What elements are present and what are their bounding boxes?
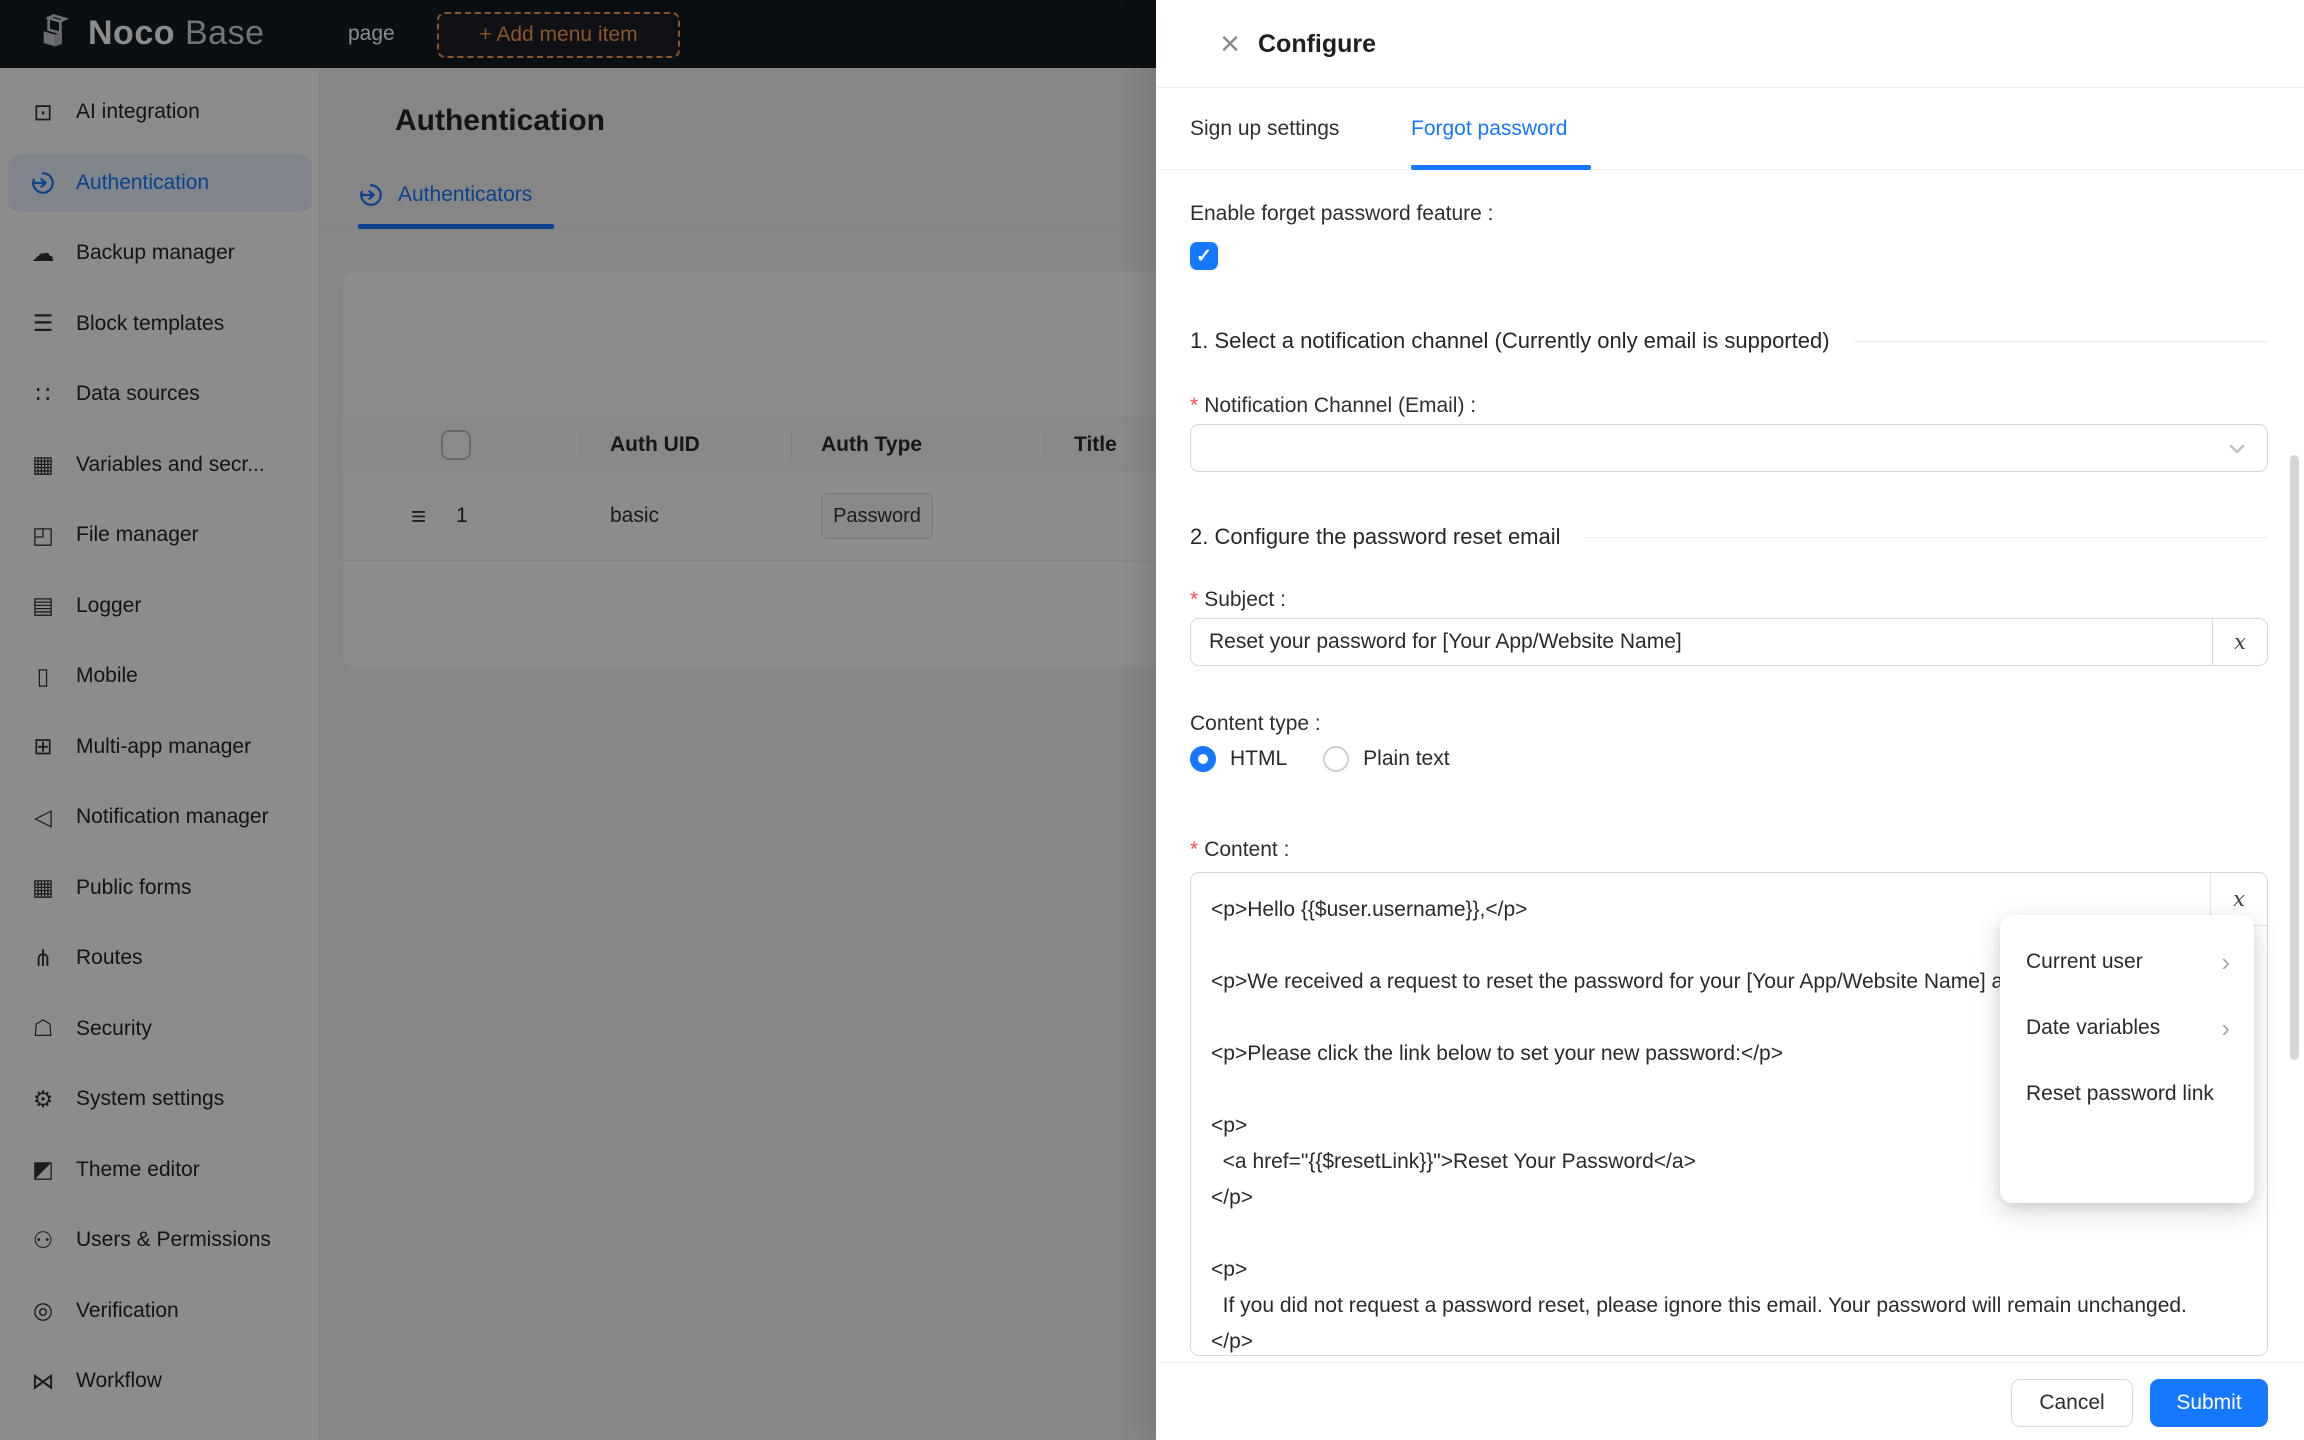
notification-channel-label: * Notification Channel (Email) : bbox=[1190, 394, 1477, 417]
variable-menu-item-label: Reset password link bbox=[2026, 1082, 2214, 1105]
content-label: * Content : bbox=[1190, 838, 1290, 861]
enable-feature-label: Enable forget password feature : bbox=[1190, 202, 1494, 225]
drawer-footer: Cancel Submit bbox=[1156, 1362, 2304, 1440]
radio-selected-icon bbox=[1190, 746, 1216, 772]
drawer-tab-bar: Sign up settings Forgot password bbox=[1156, 88, 2304, 170]
drawer-title: Configure bbox=[1258, 29, 1377, 58]
subject-input-group: Reset your password for [Your App/Websit… bbox=[1190, 618, 2268, 666]
radio-plain-text[interactable]: Plain text bbox=[1323, 746, 1450, 772]
required-mark: * bbox=[1190, 838, 1199, 861]
variable-menu-item-label: Current user bbox=[2026, 950, 2143, 973]
required-mark: * bbox=[1190, 588, 1199, 611]
variable-menu-item[interactable]: Date variables › bbox=[2000, 995, 2254, 1061]
cancel-button[interactable]: Cancel bbox=[2011, 1379, 2133, 1427]
chevron-right-icon: › bbox=[2221, 947, 2230, 977]
notification-channel-select[interactable] bbox=[1190, 424, 2268, 472]
variable-dropdown-menu: Current user › Date variables › Reset pa… bbox=[2000, 915, 2254, 1203]
section-heading-1: 1. Select a notification channel (Curren… bbox=[1190, 328, 2268, 354]
screen: Noco Base page + Add menu item ⊡ AI integ… bbox=[0, 0, 2304, 1440]
enable-feature-checkbox[interactable]: ✓ bbox=[1190, 242, 1218, 270]
tab-forgot-password[interactable]: Forgot password bbox=[1411, 88, 1567, 170]
radio-unselected-icon bbox=[1323, 746, 1350, 772]
close-icon[interactable]: × bbox=[1208, 16, 1252, 72]
radio-html[interactable]: HTML bbox=[1190, 746, 1287, 772]
submit-button[interactable]: Submit bbox=[2150, 1379, 2268, 1427]
variable-menu-item[interactable]: Current user › bbox=[2000, 929, 2254, 995]
subject-label: * Subject : bbox=[1190, 588, 1286, 611]
section-divider bbox=[1584, 536, 2268, 538]
configure-drawer: × Configure Sign up settings Forgot pass… bbox=[1156, 0, 2304, 1440]
subject-variable-button[interactable]: x bbox=[2213, 619, 2267, 665]
required-mark: * bbox=[1190, 394, 1199, 417]
subject-input[interactable]: Reset your password for [Your App/Websit… bbox=[1191, 619, 2213, 665]
chevron-down-icon bbox=[2229, 444, 2245, 454]
content-type-label: Content type : bbox=[1190, 712, 1321, 735]
variable-menu-item[interactable]: Reset password link bbox=[2000, 1061, 2254, 1127]
content-type-radio-group: HTML Plain text bbox=[1190, 746, 1450, 772]
section-divider bbox=[1853, 340, 2268, 342]
chevron-right-icon: › bbox=[2221, 1013, 2230, 1043]
variable-menu-item-label: Date variables bbox=[2026, 1016, 2161, 1039]
section-heading-2: 2. Configure the password reset email bbox=[1190, 524, 2268, 550]
drawer-tab-active-indicator bbox=[1411, 165, 1591, 170]
check-icon: ✓ bbox=[1196, 245, 1212, 267]
drawer-header: × Configure bbox=[1156, 0, 2304, 88]
drawer-scrollbar-thumb[interactable] bbox=[2290, 455, 2299, 1060]
tab-sign-up-settings[interactable]: Sign up settings bbox=[1190, 88, 1339, 170]
